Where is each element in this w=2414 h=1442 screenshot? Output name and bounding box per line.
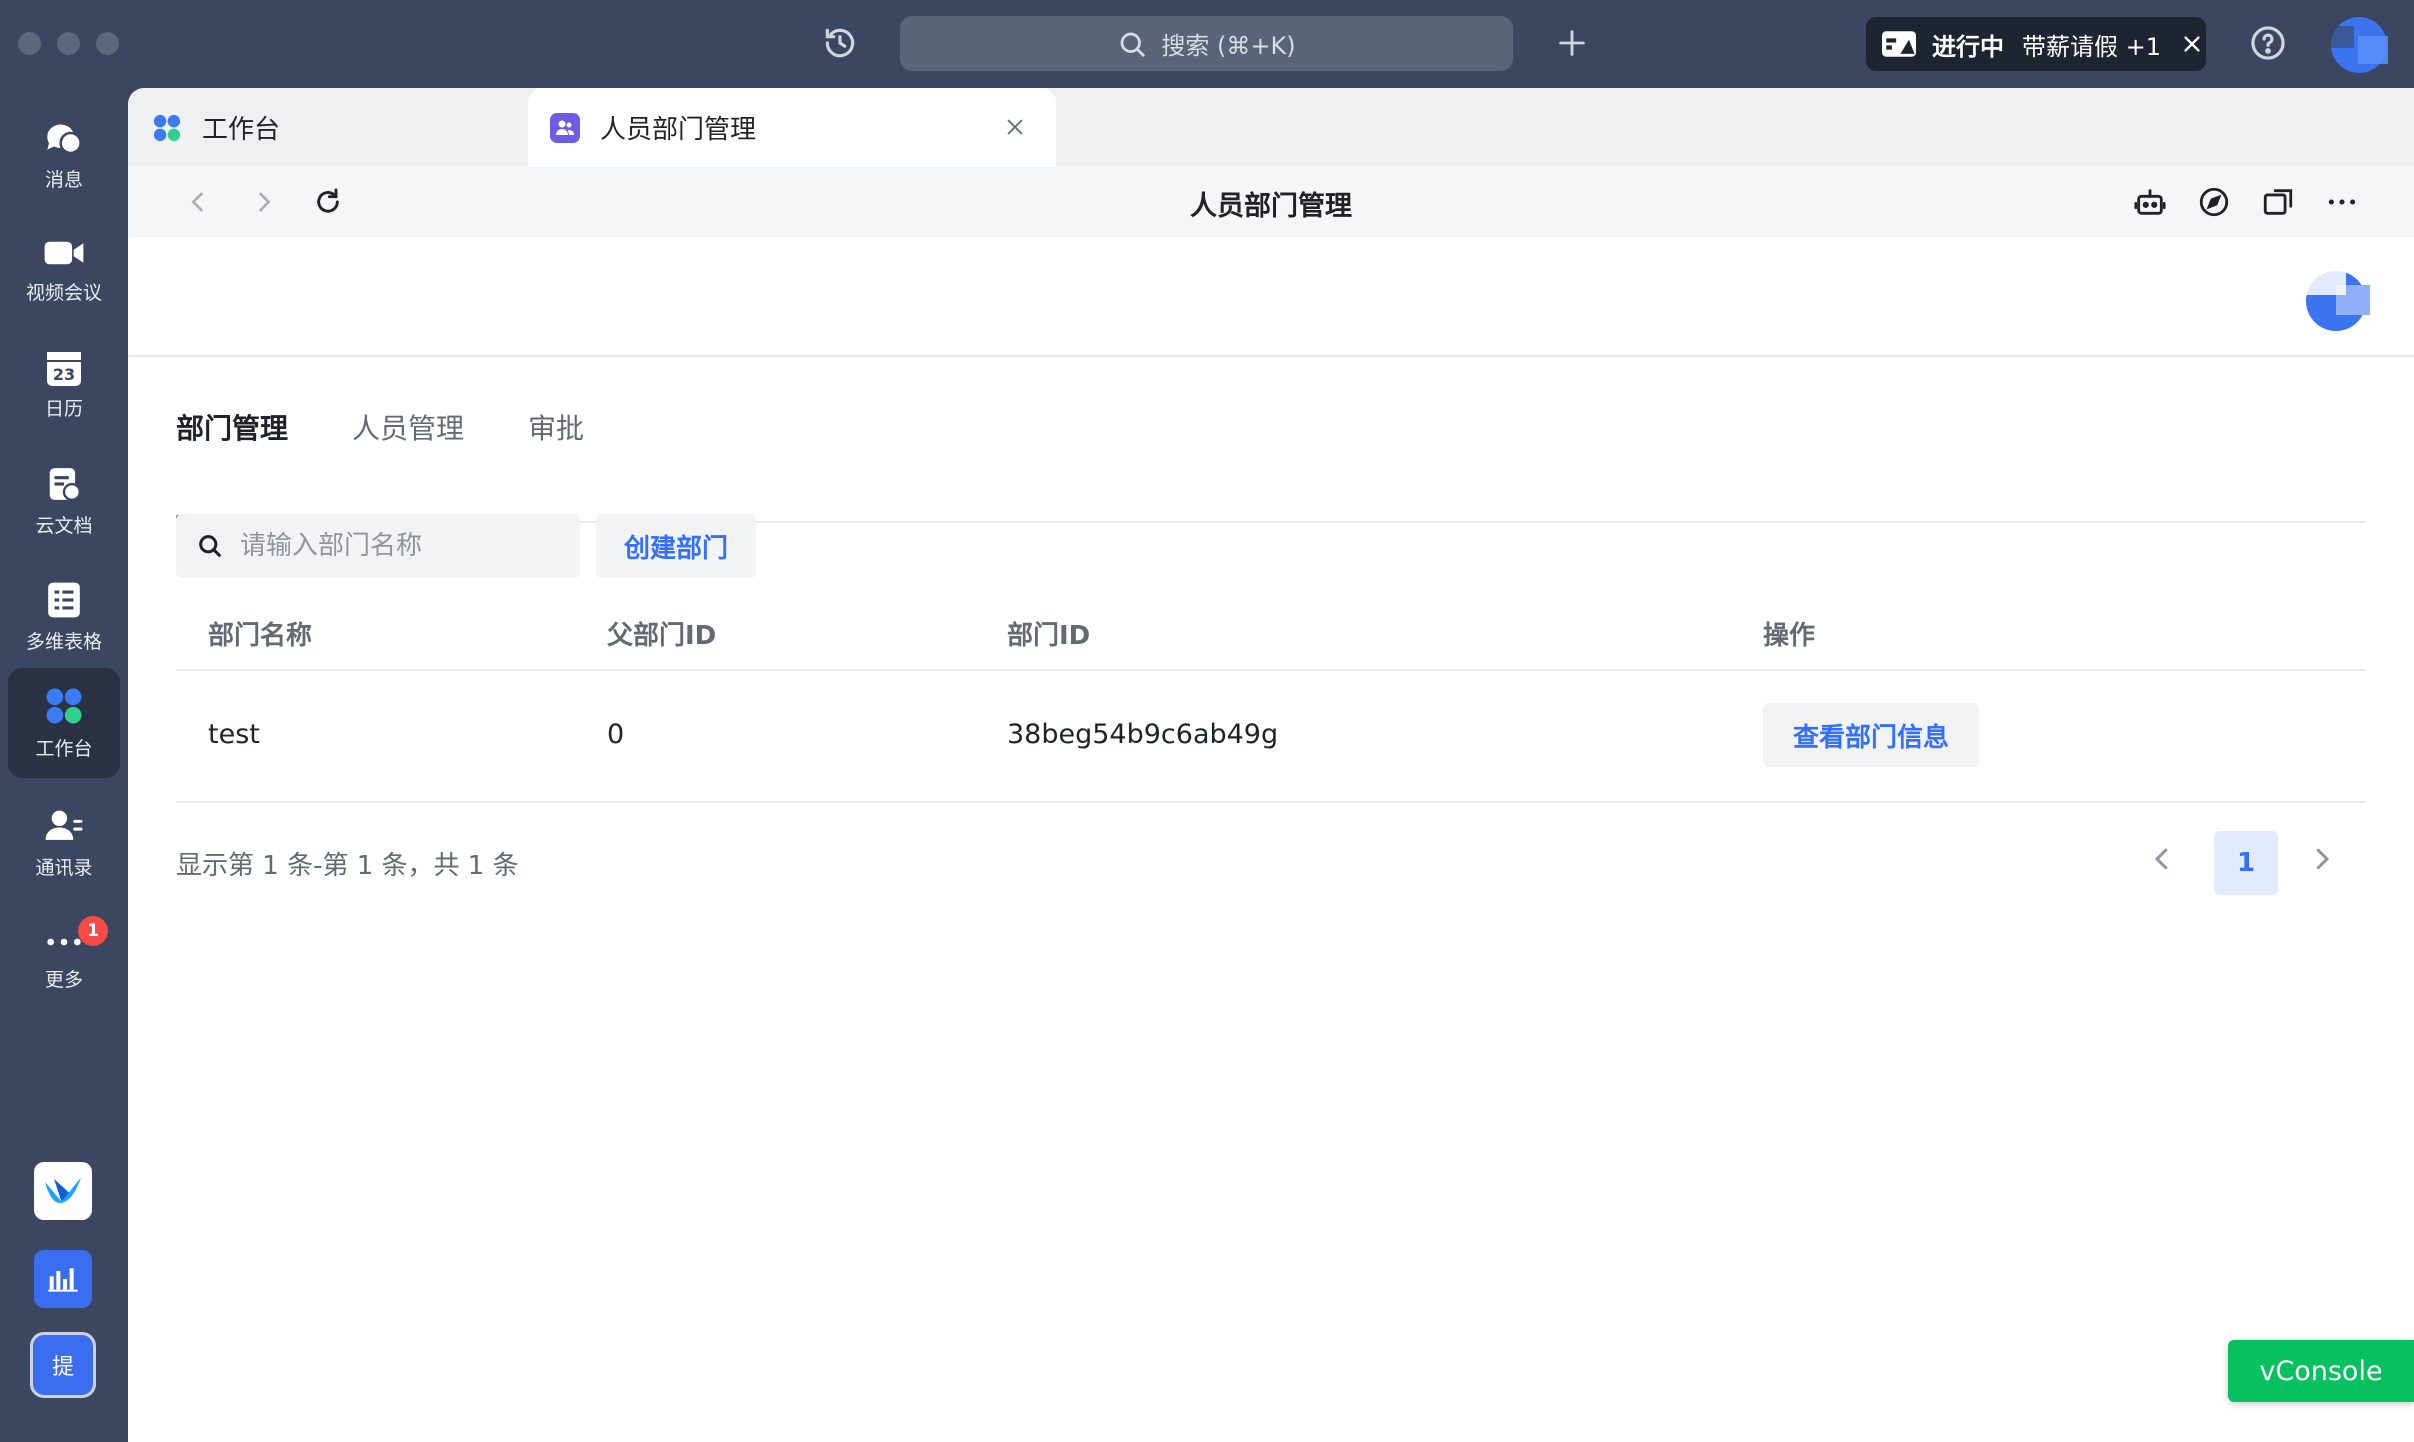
notification-badge: 1	[78, 916, 108, 946]
history-button[interactable]	[818, 21, 862, 65]
sidebar-item-label: 更多	[44, 968, 83, 991]
table-header: 部门名称 父部门ID 部门ID 操作	[176, 597, 2366, 671]
explore-button[interactable]	[2192, 180, 2236, 224]
pagination-summary: 显示第 1 条-第 1 条，共 1 条	[176, 851, 519, 881]
tab-department-management[interactable]: 部门管理	[176, 407, 288, 521]
new-button[interactable]	[1550, 21, 1594, 65]
contacts-icon	[45, 810, 83, 840]
compass-icon	[2199, 187, 2229, 217]
leave-status-icon	[1880, 27, 1918, 61]
bot-button[interactable]	[2128, 180, 2172, 224]
app-shortcut-chart[interactable]	[34, 1250, 92, 1308]
sidebar-item-more[interactable]: 更多 1	[8, 904, 120, 1014]
ellipsis-icon	[2328, 199, 2356, 205]
sidebar-item-label: 云文档	[35, 514, 93, 537]
sidebar-item-label: 多维表格	[25, 630, 102, 653]
workbench-icon	[46, 688, 82, 723]
vconsole-button[interactable]: vConsole	[2228, 1340, 2414, 1402]
app-shortcut-reminder[interactable]: 提	[30, 1332, 96, 1398]
sidebar-item-label: 通讯录	[35, 856, 93, 879]
app-header	[128, 237, 2414, 357]
tab-label: 人员部门管理	[600, 115, 757, 145]
column-header-action: 操作	[1763, 621, 1816, 651]
cell-dept-id: 38beg54b9c6ab49g	[1007, 719, 1279, 750]
sidebar-item-workbench[interactable]: 工作台	[8, 668, 120, 778]
workbench-icon	[152, 113, 182, 143]
create-department-button[interactable]: 创建部门	[596, 514, 756, 578]
cell-dept-name: test	[208, 719, 260, 750]
department-search-input[interactable]	[238, 530, 562, 562]
table-row: test 0 38beg54b9c6ab49g 查看部门信息	[176, 671, 2366, 803]
sidebar-item-bitable[interactable]: 多维表格	[8, 562, 120, 672]
sidebar-item-calendar[interactable]: 23 日历	[8, 331, 120, 441]
bird-app-icon	[45, 1177, 81, 1203]
status-close-icon[interactable]	[2181, 33, 2203, 55]
plus-icon	[1559, 30, 1585, 56]
department-search[interactable]	[176, 514, 580, 578]
app-shortcut-bird[interactable]	[34, 1162, 92, 1220]
more-options-button[interactable]	[2320, 180, 2364, 224]
column-header-name: 部门名称	[208, 621, 313, 651]
sidebar: 消息 视频会议 23 日历 云文档 多维表格 工作台 通讯录 更多 1 提	[0, 88, 128, 1442]
status-detail: 带薪请假 +1	[2022, 32, 2162, 61]
sidebar-item-video-meeting[interactable]: 视频会议	[8, 215, 120, 325]
open-window-button[interactable]	[2256, 180, 2300, 224]
people-group-icon	[550, 112, 580, 143]
tab-people-management[interactable]: 人员管理	[352, 407, 464, 521]
window-zoom-button[interactable]	[96, 32, 119, 55]
doc-icon	[49, 467, 82, 501]
calendar-day: 23	[52, 364, 76, 384]
tab-label: 工作台	[202, 115, 281, 145]
department-table: 部门名称 父部门ID 部门ID 操作 test 0 38beg54b9c6ab4…	[176, 597, 2366, 803]
sidebar-item-contacts[interactable]: 通讯录	[8, 788, 120, 898]
status-label: 进行中	[1932, 32, 2004, 61]
sidebar-item-docs[interactable]: 云文档	[8, 446, 120, 556]
sidebar-item-label: 视频会议	[25, 281, 102, 304]
search-icon	[199, 535, 221, 557]
sidebar-item-label: 日历	[44, 397, 83, 420]
window-icon	[2263, 189, 2293, 215]
tab-approval[interactable]: 审批	[528, 407, 584, 521]
help-icon	[2251, 26, 2285, 60]
tab-workbench[interactable]: 工作台	[128, 88, 528, 167]
app-shortcut-label: 提	[51, 1355, 74, 1380]
robot-icon	[2134, 189, 2166, 215]
pagination-prev-button[interactable]	[2132, 829, 2192, 889]
global-search-placeholder: 搜索 (⌘+K)	[1161, 32, 1296, 60]
calendar-icon: 23	[47, 351, 81, 386]
chevron-left-icon	[2154, 848, 2168, 870]
tab-people-dept-management[interactable]: 人员部门管理	[528, 88, 1056, 167]
window-close-button[interactable]	[18, 32, 41, 55]
search-icon	[1121, 32, 1146, 57]
global-search[interactable]: 搜索 (⌘+K)	[900, 16, 1513, 71]
user-avatar[interactable]	[2328, 14, 2390, 76]
page-tabs: 部门管理 人员管理 审批	[176, 407, 2366, 523]
cell-parent-id: 0	[607, 719, 625, 750]
chevron-right-icon	[2316, 848, 2330, 870]
window-minimize-button[interactable]	[57, 32, 80, 55]
pagination-page-1[interactable]: 1	[2214, 831, 2278, 895]
title-bar: 搜索 (⌘+K) 进行中 带薪请假 +1	[0, 0, 2414, 88]
view-department-info-button[interactable]: 查看部门信息	[1763, 703, 1979, 767]
tab-strip: 工作台 人员部门管理	[128, 88, 2414, 167]
pagination-next-button[interactable]	[2292, 829, 2352, 889]
status-pill[interactable]: 进行中 带薪请假 +1	[1866, 17, 2206, 71]
history-icon	[825, 28, 855, 58]
column-header-dept-id: 部门ID	[1007, 621, 1091, 651]
main-content: 部门管理 人员管理 审批 创建部门 部门名称 父部门ID 部门ID 操作 tes…	[128, 237, 2414, 1442]
sidebar-item-label: 消息	[44, 168, 83, 191]
sidebar-item-messages[interactable]: 消息	[8, 100, 120, 210]
video-icon	[44, 241, 84, 264]
app-user-avatar[interactable]	[2300, 263, 2372, 335]
chat-icon	[47, 124, 82, 154]
browser-toolbar: 人员部门管理	[128, 167, 2414, 237]
help-button[interactable]	[2246, 21, 2290, 65]
sidebar-item-label: 工作台	[35, 737, 93, 760]
page-title: 人员部门管理	[1190, 191, 1352, 222]
bar-chart-icon	[48, 1268, 78, 1292]
column-header-parent-id: 父部门ID	[607, 621, 717, 651]
tab-close-icon[interactable]	[1000, 112, 1030, 142]
sheet-icon	[48, 582, 80, 617]
